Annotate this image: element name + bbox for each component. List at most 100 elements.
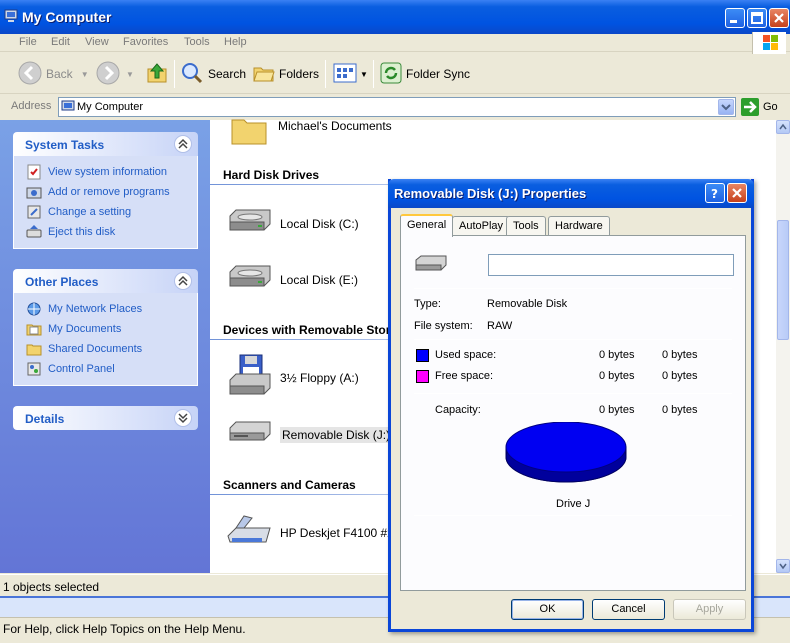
item-hp-deskjet[interactable]: HP Deskjet F4100 #2 (226, 514, 394, 551)
details-title: Details (25, 412, 65, 426)
control-panel-icon (26, 361, 42, 377)
system-info-icon (26, 164, 42, 180)
item-michaels-documents[interactable]: Michael's Documents (230, 116, 392, 149)
forward-button[interactable]: ▼ (96, 60, 134, 88)
maximize-button[interactable] (747, 8, 767, 28)
item-label: Local Disk (E:) (280, 272, 359, 287)
place-label: My Documents (48, 323, 122, 335)
close-button[interactable] (769, 8, 789, 28)
address-value: My Computer (77, 101, 144, 113)
ok-button[interactable]: OK (511, 599, 584, 620)
menu-view[interactable]: View (85, 36, 109, 48)
other-places-panel: Other Places My Network Places My Docume… (13, 269, 198, 386)
free-space-swatch (416, 370, 429, 383)
menu-tools[interactable]: Tools (184, 36, 210, 48)
item-label: 3½ Floppy (A:) (280, 370, 359, 385)
type-label: Type: (414, 298, 441, 310)
up-folder-icon (146, 61, 168, 88)
group-scanners-cameras: Scanners and Cameras (223, 478, 356, 492)
tab-hardware[interactable]: Hardware (548, 216, 610, 236)
place-my-network-places[interactable]: My Network Places (14, 299, 197, 319)
dialog-titlebar[interactable]: Removable Disk (J:) Properties ? (388, 179, 754, 208)
tab-general[interactable]: General (400, 214, 454, 237)
drive-name-input[interactable] (488, 254, 734, 276)
item-local-disk-c[interactable]: Local Disk (C:) (226, 208, 359, 239)
tab-tools[interactable]: Tools (506, 216, 546, 236)
task-add-remove-programs[interactable]: Add or remove programs (14, 182, 197, 202)
back-dropdown-icon[interactable]: ▼ (81, 70, 89, 79)
item-local-disk-e[interactable]: Local Disk (E:) (226, 264, 358, 295)
removable-drive-icon (414, 254, 448, 277)
window-title: My Computer (22, 9, 112, 25)
svg-text:?: ? (711, 187, 718, 200)
system-tasks-header[interactable]: System Tasks (13, 132, 198, 156)
back-button[interactable]: Back ▼ (18, 60, 89, 88)
details-header[interactable]: Details (13, 406, 198, 430)
other-places-header[interactable]: Other Places (13, 269, 198, 293)
task-change-setting[interactable]: Change a setting (14, 202, 197, 222)
help-button[interactable]: ? (705, 183, 725, 203)
system-tasks-panel: System Tasks View system information Add… (13, 132, 198, 249)
place-my-documents[interactable]: My Documents (14, 319, 197, 339)
window-titlebar[interactable]: My Computer (0, 0, 790, 34)
toolbar-separator (174, 60, 175, 88)
task-label: Eject this disk (48, 226, 116, 238)
item-label: HP Deskjet F4100 #2 (280, 525, 394, 540)
menu-favorites[interactable]: Favorites (123, 36, 168, 48)
network-places-icon (26, 301, 42, 317)
expand-chevron-icon[interactable] (174, 409, 192, 427)
vertical-scrollbar[interactable] (776, 120, 790, 573)
general-tab-page: Type: Removable Disk File system: RAW Us… (400, 235, 746, 591)
address-bar: Address My Computer Go (0, 96, 790, 118)
scroll-up-button[interactable] (776, 120, 790, 134)
tab-autoplay[interactable]: AutoPlay (452, 216, 511, 236)
go-label: Go (763, 101, 778, 113)
item-removable-disk-j[interactable]: Removable Disk (J:) (226, 420, 393, 449)
menu-file[interactable]: File (19, 36, 37, 48)
toolbar: Back ▼ ▼ Search Folders ▼ Folder Sync (0, 54, 790, 94)
apply-button[interactable]: Apply (673, 599, 746, 620)
address-dropdown-button[interactable] (718, 99, 734, 115)
minimize-button[interactable] (725, 8, 745, 28)
scroll-down-button[interactable] (776, 559, 790, 573)
divider (414, 339, 732, 340)
address-input[interactable]: My Computer (58, 97, 736, 117)
place-label: Shared Documents (48, 343, 143, 355)
menu-bar: File Edit View Favorites Tools Help (0, 34, 790, 52)
folder-sync-button[interactable]: Folder Sync (380, 60, 470, 88)
task-eject-disk[interactable]: Eject this disk (14, 222, 197, 242)
place-control-panel[interactable]: Control Panel (14, 359, 197, 379)
menu-edit[interactable]: Edit (51, 36, 70, 48)
properties-dialog: Removable Disk (J:) Properties ? General… (388, 179, 754, 632)
removable-drive-icon (226, 420, 274, 449)
views-dropdown-icon[interactable]: ▼ (360, 70, 368, 79)
forward-dropdown-icon[interactable]: ▼ (126, 70, 134, 79)
forward-arrow-icon (96, 61, 120, 88)
toolbar-separator (325, 60, 326, 88)
dialog-close-button[interactable] (727, 183, 747, 203)
folders-button[interactable]: Folders (253, 60, 319, 88)
task-label: Add or remove programs (48, 186, 170, 198)
help-text: For Help, click Help Topics on the Help … (3, 622, 246, 636)
cancel-button[interactable]: Cancel (592, 599, 665, 620)
my-documents-icon (26, 321, 42, 337)
item-floppy-a[interactable]: 3½ Floppy (A:) (226, 354, 359, 401)
file-system-label: File system: (414, 320, 473, 332)
collapse-chevron-icon[interactable] (174, 135, 192, 153)
menu-help[interactable]: Help (224, 36, 247, 48)
collapse-chevron-icon[interactable] (174, 272, 192, 290)
used-space-bytes: 0 bytes (599, 349, 635, 361)
scroll-thumb[interactable] (777, 220, 789, 340)
up-folder-button[interactable] (146, 60, 168, 88)
place-label: My Network Places (48, 303, 143, 315)
group-hard-disk-drives: Hard Disk Drives (223, 168, 320, 182)
task-view-system-information[interactable]: View system information (14, 162, 197, 182)
go-arrow-icon (741, 98, 759, 116)
search-button[interactable]: Search (180, 60, 246, 88)
folder-sync-icon (380, 62, 402, 87)
free-space-label: Free space: (435, 370, 494, 382)
views-button[interactable]: ▼ (333, 60, 368, 88)
go-button[interactable]: Go (741, 97, 778, 117)
search-label: Search (208, 67, 247, 81)
place-shared-documents[interactable]: Shared Documents (14, 339, 197, 359)
